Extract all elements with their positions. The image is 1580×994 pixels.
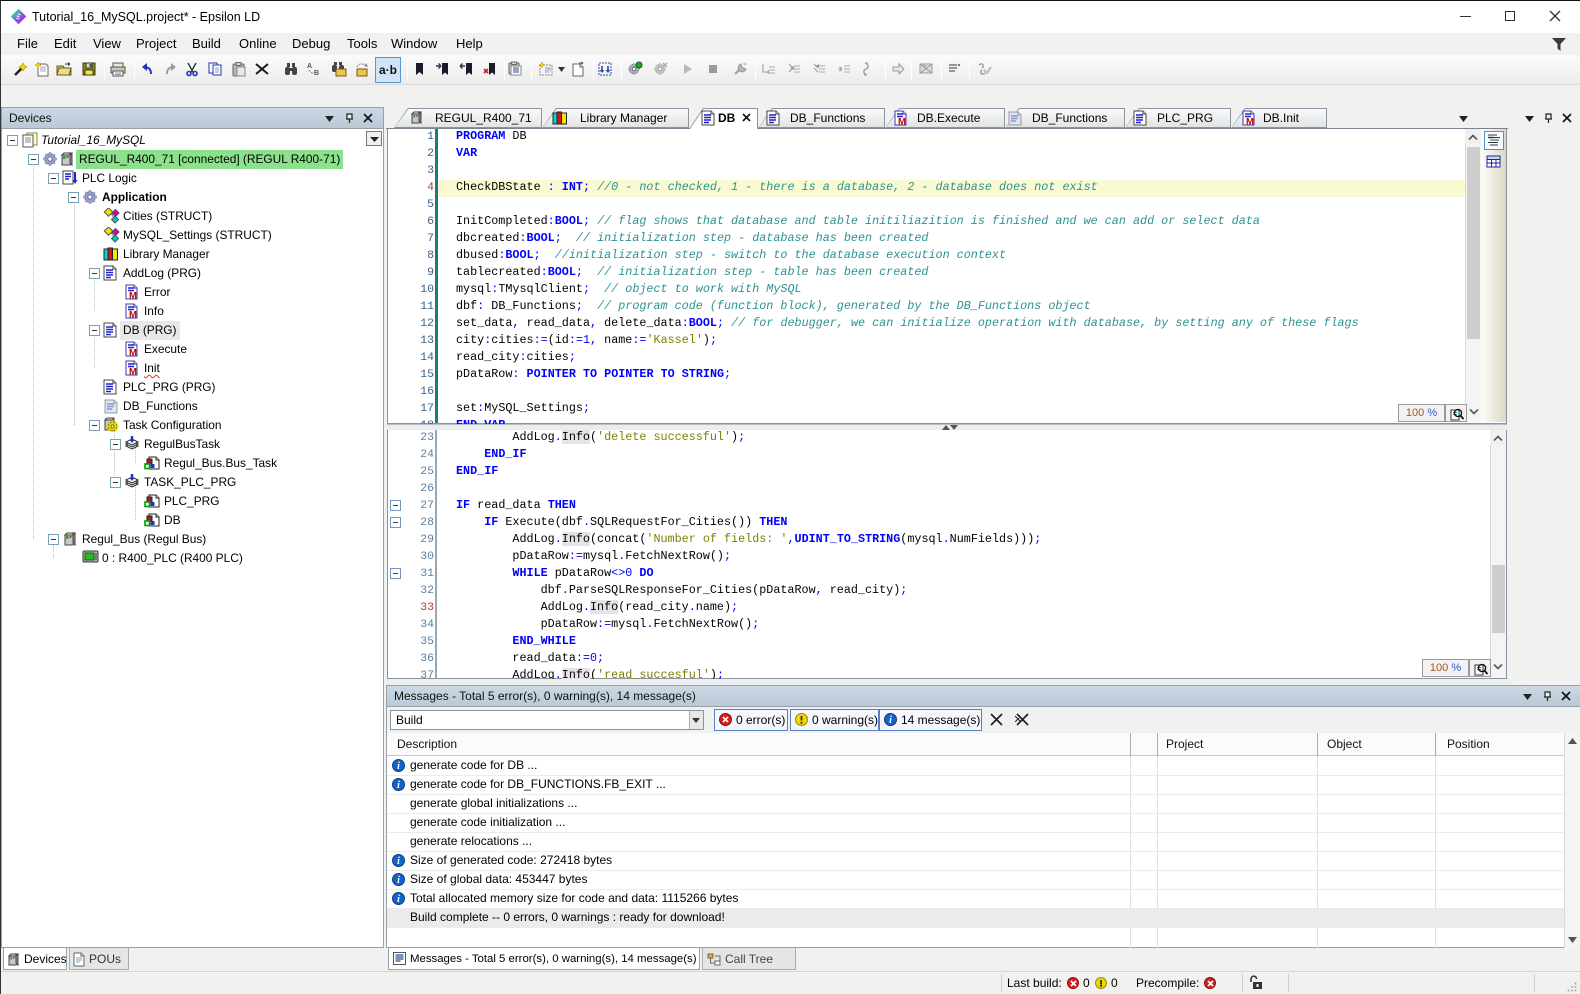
svg-text:i: i <box>397 780 400 791</box>
svg-text:B: B <box>314 70 319 77</box>
svg-text:M: M <box>1246 117 1254 127</box>
svg-text:M: M <box>129 310 137 320</box>
svg-text:M: M <box>129 291 137 301</box>
svg-text:A: A <box>307 63 312 70</box>
svg-text:i: i <box>889 715 892 726</box>
svg-text:i: i <box>397 894 400 905</box>
svg-text:M: M <box>129 348 137 358</box>
svg-text:i: i <box>397 856 400 867</box>
svg-text:i: i <box>397 761 400 772</box>
svg-text:i: i <box>397 875 400 886</box>
svg-text:M: M <box>898 117 906 127</box>
svg-text:M: M <box>129 367 137 377</box>
